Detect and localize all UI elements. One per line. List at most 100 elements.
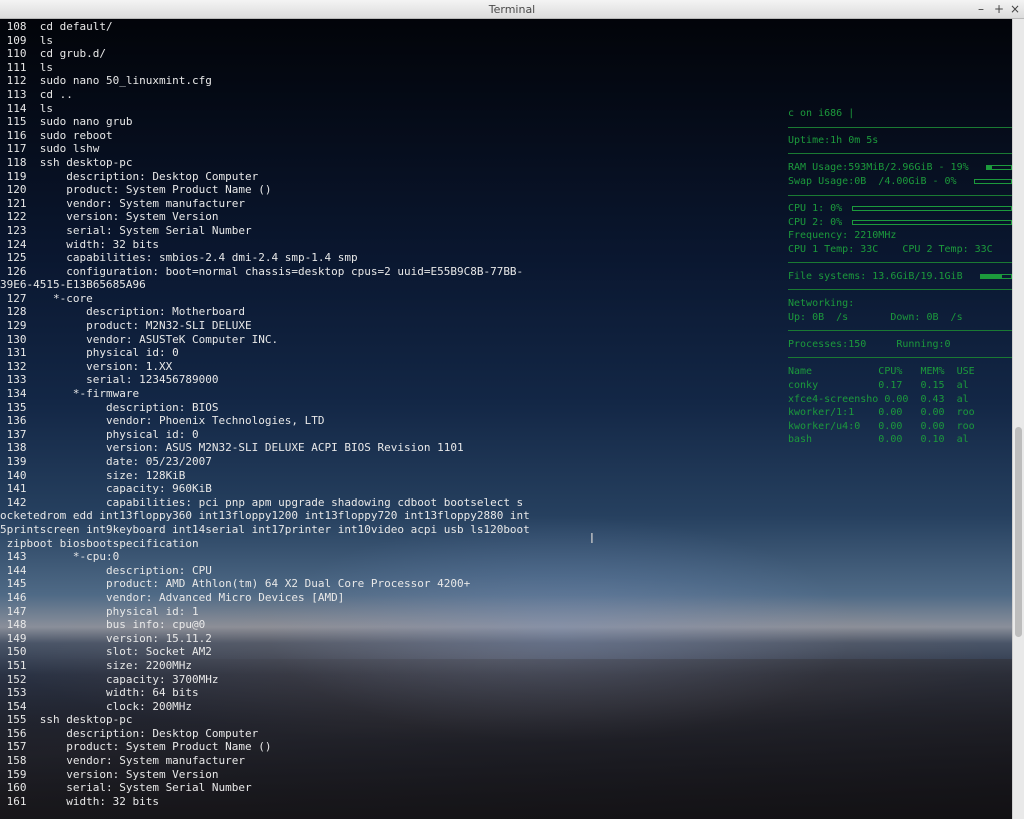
conky-divider [788,153,1012,154]
terminal-line: 123 serial: System Serial Number [0,223,252,237]
conky-process-row: conky 0.17 0.15 al [788,380,969,391]
conky-ram-bar-fill [987,166,992,169]
terminal-line: 125 capabilities: smbios-2.4 dmi-2.4 smp… [0,251,358,265]
terminal-line: 161 width: 32 bits [0,794,159,808]
conky-swap-usage: Swap Usage:0B /4.00GiB - 0% [788,176,957,187]
terminal-line: zipboot biosbootspecification [0,536,199,550]
terminal-line: ocketedrom edd int13floppy360 int13flopp… [0,509,530,523]
terminal-line: 109 ls [0,33,53,47]
conky-processes: Processes:150 Running:0 [788,339,951,350]
terminal-line: 110 cd grub.d/ [0,47,106,61]
conky-cpu1: CPU 1: 0% [788,203,843,214]
conky-divider [788,127,1012,128]
terminal-line: 160 serial: System Serial Number [0,781,252,795]
terminal-line: 150 slot: Socket AM2 [0,645,212,659]
terminal-line: 117 sudo lshw [0,142,100,156]
terminal-output-area[interactable]: c on i686 | Uptime:1h 0m 5s RAM Usage:59… [0,19,1012,819]
terminal-line: 156 description: Desktop Computer [0,726,259,740]
terminal-line: 121 vendor: System manufacturer [0,196,246,210]
conky-process-row: bash 0.00 0.10 al [788,434,969,446]
conky-divider [788,195,1012,196]
conky-frequency: Frequency: 2210MHz [788,230,897,241]
terminal-line: 108 cd default/ [0,20,113,33]
terminal-line: 138 version: ASUS M2N32-SLI DELUXE ACPI … [0,441,464,455]
terminal-line: 141 capacity: 960KiB [0,482,212,496]
conky-ram-bar [986,165,1012,170]
conky-network-rates: Up: 0B /s Down: 0B /s [788,312,963,323]
terminal-line: 126 configuration: boot=normal chassis=d… [0,264,524,278]
terminal-line: 149 version: 15.11.2 [0,631,212,645]
conky-divider [788,330,1012,331]
terminal-line: 115 sudo nano grub [0,115,133,129]
conky-divider [788,262,1012,263]
terminal-line: 147 physical id: 1 [0,604,199,618]
terminal-line: 129 product: M2N32-SLI DELUXE [0,319,252,333]
minimize-button[interactable]: – [974,2,988,16]
conky-swap-bar [974,179,1012,184]
terminal-line: 144 description: CPU [0,563,212,577]
terminal-line: 137 physical id: 0 [0,427,199,441]
conky-cpu2-bar [852,220,1012,225]
title-bar[interactable]: Terminal – + × [0,0,1024,19]
terminal-text: 108 cd default/ 109 ls 110 cd grub.d/ 11… [0,20,530,808]
terminal-line: 119 description: Desktop Computer [0,169,259,183]
conky-filesystems-bar-fill [981,275,1003,278]
terminal-line: 5printscreen int9keyboard int14serial in… [0,522,530,536]
terminal-line: 127 *-core [0,291,93,305]
terminal-line: 114 ls [0,101,53,115]
conky-process-row: xfce4-screensho 0.00 0.43 al [788,393,969,405]
scrollbar-thumb[interactable] [1015,427,1022,637]
terminal-line: 145 product: AMD Athlon(tm) 64 X2 Dual C… [0,577,471,591]
terminal-line: 135 description: BIOS [0,400,219,414]
conky-cpu1-bar [852,206,1012,211]
terminal-line: 128 description: Motherboard [0,305,246,319]
terminal-line: 122 version: System Version [0,210,219,224]
terminal-line: 140 size: 128KiB [0,468,186,482]
terminal-line: 111 ls [0,60,53,74]
terminal-line: 120 product: System Product Name () [0,183,272,197]
terminal-line: 151 size: 2200MHz [0,658,193,672]
terminal-line: 155 ssh desktop-pc [0,713,133,727]
conky-temperatures: CPU 1 Temp: 33C CPU 2 Temp: 33C [788,244,993,255]
conky-filesystems: File systems: 13.6GiB/19.1GiB [788,271,963,282]
terminal-line: 148 bus info: cpu@0 [0,618,206,632]
terminal-line: 153 width: 64 bits [0,686,199,700]
text-cursor-icon: I [590,532,594,547]
conky-process-row: kworker/1:1 0.00 0.00 roo [788,407,975,419]
close-button[interactable]: × [1008,2,1022,16]
terminal-line: 158 vendor: System manufacturer [0,754,246,768]
conky-process-header: Name CPU% MEM% USE [788,366,975,377]
terminal-line: 116 sudo reboot [0,128,113,142]
terminal-scrollbar[interactable] [1012,19,1024,819]
terminal-line: 157 product: System Product Name () [0,740,272,754]
terminal-line: 159 version: System Version [0,767,219,781]
terminal-line: 124 width: 32 bits [0,237,159,251]
conky-networking-label: Networking: [788,298,855,309]
terminal-line: 130 vendor: ASUSTeK Computer INC. [0,332,279,346]
conky-ram-usage: RAM Usage:593MiB/2.96GiB - 19% [788,162,969,173]
terminal-line: 136 vendor: Phoenix Technologies, LTD [0,414,325,428]
conky-cpu2: CPU 2: 0% [788,217,843,228]
window-title: Terminal [488,3,536,16]
terminal-line: 152 capacity: 3700MHz [0,672,219,686]
terminal-line: 39E6-4515-E13B65685A96 [0,278,146,292]
terminal-line: 134 *-firmware [0,387,140,401]
maximize-button[interactable]: + [992,2,1006,16]
conky-host: c on i686 | [788,108,855,119]
terminal-line: 112 sudo nano 50_linuxmint.cfg [0,74,212,88]
terminal-line: 143 *-cpu:0 [0,550,120,564]
terminal-line: 118 ssh desktop-pc [0,155,133,169]
terminal-line: 131 physical id: 0 [0,346,179,360]
terminal-window: Terminal – + × c on i686 | Uptime:1h 0m … [0,0,1024,819]
conky-divider [788,289,1012,290]
terminal-line: 132 version: 1.XX [0,359,173,373]
terminal-line: 139 date: 05/23/2007 [0,455,212,468]
terminal-line: 142 capabilities: pci pnp apm upgrade sh… [0,495,524,509]
conky-uptime: Uptime:1h 0m 5s [788,135,879,146]
conky-process-row: kworker/u4:0 0.00 0.00 roo [788,420,975,432]
terminal-line: 113 cd .. [0,87,73,101]
terminal-line: 146 vendor: Advanced Micro Devices [AMD] [0,590,345,604]
conky-filesystems-bar [980,274,1012,279]
terminal-line: 154 clock: 200MHz [0,699,193,713]
conky-divider [788,357,1012,358]
